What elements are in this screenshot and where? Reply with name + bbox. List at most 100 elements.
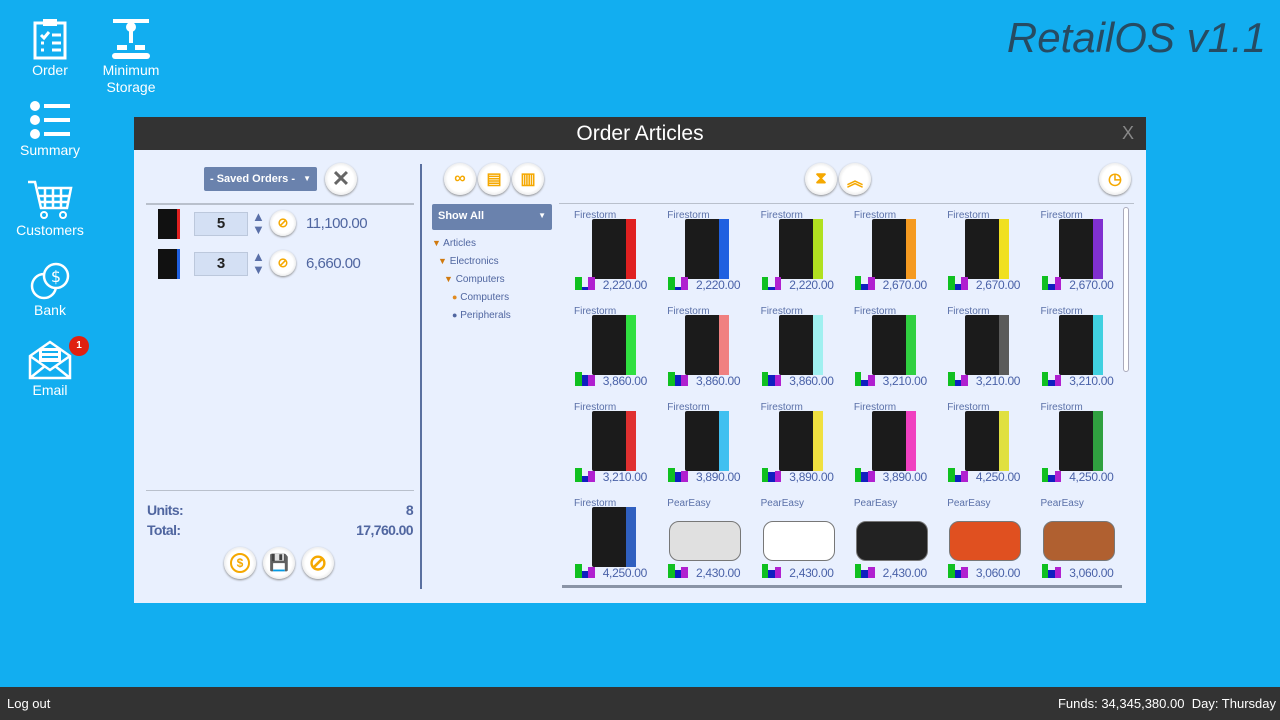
product-tile[interactable]: Firestorm 4,250.00 [937, 399, 1030, 495]
desktop-email[interactable]: 1 Email [5, 336, 95, 399]
desktop-summary[interactable]: Summary [5, 100, 95, 159]
product-tile[interactable]: PearEasy 3,060.00 [1031, 495, 1124, 585]
product-tile[interactable]: PearEasy 3,060.00 [937, 495, 1030, 585]
stock-bar [1054, 277, 1062, 290]
panel-divider [420, 164, 422, 589]
desktop-customers[interactable]: Customers [5, 180, 95, 239]
stock-bar [761, 564, 769, 578]
tree-node[interactable]: ▼ Articles [432, 238, 476, 249]
divider [559, 203, 1134, 204]
product-tile[interactable]: Firestorm 3,210.00 [1031, 303, 1124, 399]
double-chevron-up-icon: ︽ [846, 173, 863, 190]
stock-bars [761, 276, 782, 290]
logout-button[interactable]: Log out [7, 687, 50, 720]
stock-bar [948, 564, 955, 578]
desktop-customers-label: Customers [16, 222, 84, 238]
product-tile[interactable]: Firestorm 3,210.00 [937, 303, 1030, 399]
product-tile[interactable]: Firestorm 2,670.00 [937, 207, 1030, 303]
product-tile[interactable]: Firestorm 2,670.00 [1031, 207, 1124, 303]
product-price: 2,220.00 [602, 278, 648, 292]
product-brand: PearEasy [853, 498, 898, 509]
stock-bar [674, 472, 682, 482]
shopping-cart-icon [28, 180, 73, 219]
quantity-stepper[interactable]: ▲ ▼ [252, 250, 265, 276]
product-tile[interactable]: Firestorm 3,890.00 [751, 399, 844, 495]
product-tile[interactable]: Firestorm 3,860.00 [751, 303, 844, 399]
stock-bar [854, 372, 862, 386]
window-titlebar[interactable]: Order Articles X [134, 117, 1146, 150]
stock-bars [761, 564, 782, 578]
product-price: 3,890.00 [882, 470, 928, 484]
remove-line-button[interactable]: ⊘ [270, 210, 296, 236]
tree-node[interactable]: ● Computers [452, 292, 509, 303]
filter-dropdown[interactable]: Show All ▼ [432, 204, 552, 230]
product-price: 3,060.00 [1069, 566, 1114, 580]
cancel-order-button[interactable]: ⊘ [302, 547, 334, 579]
product-tile[interactable]: Firestorm 2,670.00 [844, 207, 937, 303]
product-price: 3,860.00 [695, 374, 741, 388]
product-price: 2,430.00 [695, 566, 741, 580]
quantity-stepper[interactable]: ▲ ▼ [252, 210, 265, 236]
stock-bar [588, 277, 595, 290]
product-price: 2,670.00 [882, 278, 928, 292]
stock-bars [575, 372, 595, 386]
stock-bars [948, 468, 968, 482]
product-price: 3,860.00 [602, 374, 648, 388]
order-line: 3 ▲ ▼ ⊘ 6,660.00 [154, 247, 414, 283]
stock-bars [761, 372, 782, 386]
product-image [871, 315, 916, 375]
desktop-order[interactable]: Order [5, 18, 95, 79]
collapse-button[interactable]: ︽ [839, 163, 871, 195]
vertical-scrollbar[interactable] [1123, 207, 1129, 372]
horizontal-scrollbar[interactable] [562, 585, 1122, 588]
product-tile[interactable]: Firestorm 3,890.00 [657, 399, 750, 495]
product-tile[interactable]: Firestorm 4,250.00 [1031, 399, 1124, 495]
stock-bar [954, 569, 962, 578]
product-price: 2,430.00 [882, 566, 928, 580]
history-button[interactable]: ◷ [1099, 163, 1131, 195]
grid-view-button[interactable]: ▥ [512, 163, 544, 195]
tree-node[interactable]: ▼ Electronics [438, 256, 499, 267]
product-brand: PearEasy [1040, 498, 1084, 509]
product-tile[interactable]: Firestorm 3,210.00 [564, 399, 657, 495]
stock-bars [761, 468, 782, 482]
product-tile[interactable]: Firestorm 3,210.00 [844, 303, 937, 399]
quantity-input[interactable]: 5 [194, 212, 248, 236]
show-all-view-button[interactable]: ∞ [444, 163, 476, 195]
saved-orders-dropdown[interactable]: - Saved Orders - ▼ [204, 167, 317, 191]
list-icon [30, 101, 70, 139]
stock-bar [854, 468, 862, 482]
product-tile[interactable]: Firestorm 4,250.00 [564, 495, 657, 585]
product-tile[interactable]: Firestorm 3,860.00 [564, 303, 657, 399]
stock-bar [668, 277, 675, 290]
product-tile[interactable]: PearEasy 2,430.00 [751, 495, 844, 585]
stock-bar [774, 566, 782, 578]
product-image [965, 315, 1010, 375]
clear-order-button[interactable]: ✕ [325, 163, 357, 195]
remove-line-button[interactable]: ⊘ [270, 250, 296, 276]
product-tile[interactable]: Firestorm 2,220.00 [751, 207, 844, 303]
product-tile[interactable]: PearEasy 2,430.00 [657, 495, 750, 585]
stock-bar [868, 374, 875, 386]
sort-button[interactable]: ⧗ [805, 163, 837, 195]
clipboard-list-icon: ▤ [486, 171, 502, 188]
quantity-input[interactable]: 3 [194, 252, 248, 276]
stock-bars [948, 276, 968, 290]
product-price: 4,250.00 [975, 470, 1021, 484]
list-view-button[interactable]: ▤ [478, 163, 510, 195]
tree-node[interactable]: ▼ Computers [444, 274, 505, 285]
product-tile[interactable]: PearEasy 2,430.00 [844, 495, 937, 585]
product-tile[interactable]: Firestorm 2,220.00 [564, 207, 657, 303]
desktop-minimum-storage[interactable]: Minimum Storage [86, 18, 176, 96]
save-order-button[interactable]: 💾 [263, 547, 295, 579]
product-tile[interactable]: Firestorm 3,860.00 [657, 303, 750, 399]
tree-node-label: Electronics [449, 256, 499, 267]
product-tile[interactable]: Firestorm 3,890.00 [844, 399, 937, 495]
desktop-bank[interactable]: $ Bank [5, 262, 95, 319]
pay-button[interactable]: $ [224, 547, 256, 579]
tree-node[interactable]: ● Peripherals [452, 310, 511, 321]
close-window-button[interactable]: X [1122, 117, 1134, 150]
infinity-icon: ∞ [454, 170, 466, 187]
product-tile[interactable]: Firestorm 2,220.00 [657, 207, 750, 303]
stock-bar [581, 287, 589, 290]
